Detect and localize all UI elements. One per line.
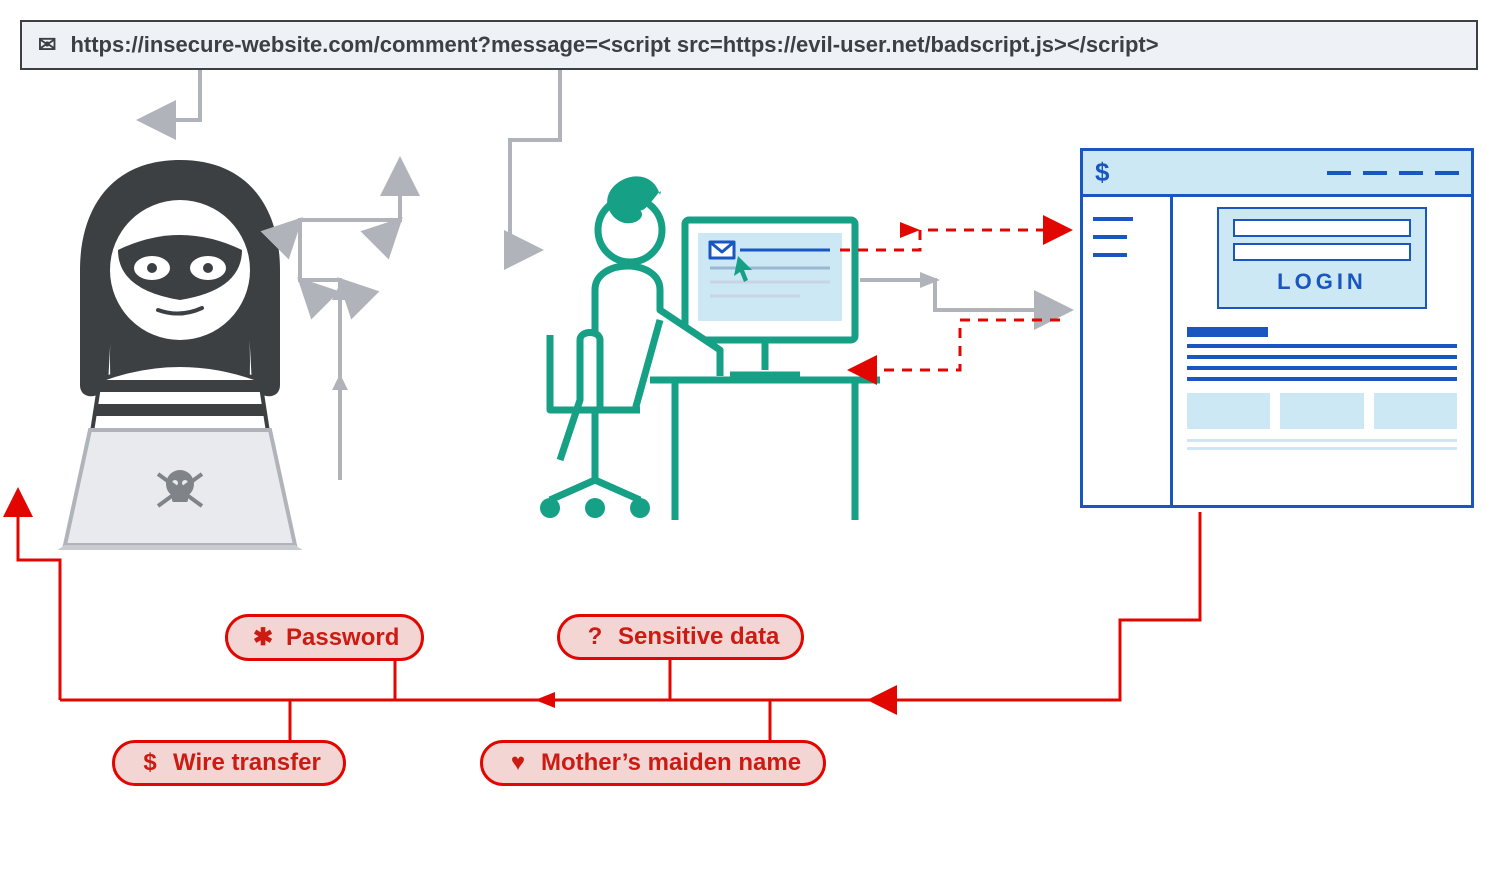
bank-login-button[interactable]: LOGIN	[1233, 267, 1411, 297]
stolen-wire-transfer-pill: $ Wire transfer	[112, 740, 346, 786]
bank-content-cards	[1187, 393, 1457, 429]
stolen-password-label: Password	[286, 624, 399, 652]
bank-username-field[interactable]	[1233, 219, 1411, 237]
stolen-maiden-name-pill: ♥ Mother’s maiden name	[480, 740, 826, 786]
dollar-icon: $	[137, 749, 163, 777]
bank-footer-lines	[1187, 439, 1457, 450]
attacker-laptop	[50, 430, 310, 550]
bank-website-window: $ LOGIN	[1080, 148, 1474, 508]
bank-login-form: LOGIN	[1217, 207, 1427, 309]
dollar-icon: $	[1095, 157, 1109, 188]
stolen-sensitive-label: Sensitive data	[618, 623, 779, 651]
victim-figure	[500, 160, 880, 545]
malicious-url-bar: ✉ https://insecure-website.com/comment?m…	[20, 20, 1478, 70]
bank-sidebar	[1083, 197, 1173, 505]
stolen-sensitive-pill: ? Sensitive data	[557, 614, 804, 660]
bank-content-lines	[1187, 327, 1457, 381]
bank-window-titlebar: $	[1083, 151, 1471, 197]
stolen-password-pill: ✱ Password	[225, 614, 424, 661]
malicious-url-text: https://insecure-website.com/comment?mes…	[70, 32, 1158, 58]
stolen-wire-transfer-label: Wire transfer	[173, 749, 321, 777]
window-controls	[1327, 171, 1459, 175]
mail-icon: ✉	[38, 32, 56, 58]
question-icon: ?	[582, 623, 608, 651]
heart-icon: ♥	[505, 749, 531, 777]
stolen-maiden-name-label: Mother’s maiden name	[541, 749, 801, 777]
asterisk-icon: ✱	[250, 623, 276, 652]
bank-password-field[interactable]	[1233, 243, 1411, 261]
attacker-figure	[30, 150, 330, 555]
